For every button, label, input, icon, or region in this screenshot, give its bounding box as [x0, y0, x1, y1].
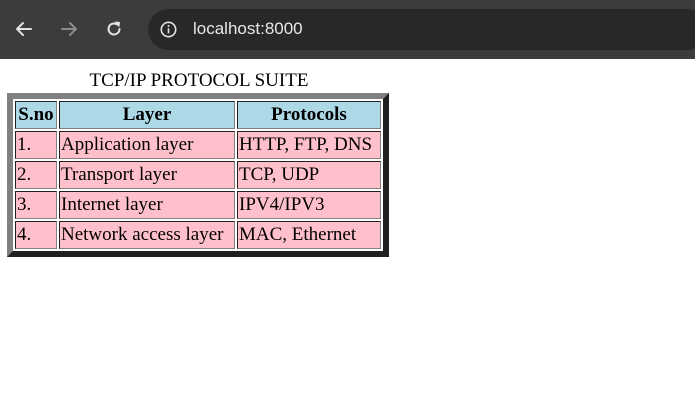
table-caption: TCP/IP PROTOCOL SUITE — [89, 70, 309, 91]
cell-layer: Network access layer — [59, 221, 235, 249]
table-header-row: S.no Layer Protocols — [15, 101, 381, 129]
reload-button[interactable] — [98, 13, 130, 45]
page-content: TCP/IP PROTOCOL SUITE S.no Layer Protoco… — [0, 59, 695, 402]
table-row: 2. Transport layer TCP, UDP — [15, 161, 381, 189]
cell-protocols: IPV4/IPV3 — [237, 191, 381, 219]
back-button[interactable] — [8, 13, 40, 45]
cell-protocols: TCP, UDP — [237, 161, 381, 189]
cell-layer: Transport layer — [59, 161, 235, 189]
cell-layer: Internet layer — [59, 191, 235, 219]
table-row: 1. Application layer HTTP, FTP, DNS — [15, 131, 381, 159]
protocol-table: S.no Layer Protocols 1. Application laye… — [7, 93, 389, 257]
cell-protocols: HTTP, FTP, DNS — [237, 131, 381, 159]
header-layer: Layer — [59, 101, 235, 129]
table-row: 4. Network access layer MAC, Ethernet — [15, 221, 381, 249]
arrow-left-icon — [16, 22, 32, 36]
browser-toolbar: localhost:8000 — [0, 0, 695, 59]
cell-sno: 1. — [15, 131, 57, 159]
address-bar[interactable]: localhost:8000 — [148, 9, 695, 50]
cell-layer: Application layer — [59, 131, 235, 159]
cell-sno: 3. — [15, 191, 57, 219]
header-sno: S.no — [15, 101, 57, 129]
arrow-right-icon — [61, 22, 77, 36]
cell-sno: 2. — [15, 161, 57, 189]
header-protocols: Protocols — [237, 101, 381, 129]
cell-protocols: MAC, Ethernet — [237, 221, 381, 249]
cell-sno: 4. — [15, 221, 57, 249]
table-row: 3. Internet layer IPV4/IPV3 — [15, 191, 381, 219]
url-text[interactable]: localhost:8000 — [193, 18, 303, 40]
reload-icon — [107, 21, 121, 36]
forward-button[interactable] — [53, 13, 85, 45]
info-icon[interactable] — [160, 21, 177, 38]
